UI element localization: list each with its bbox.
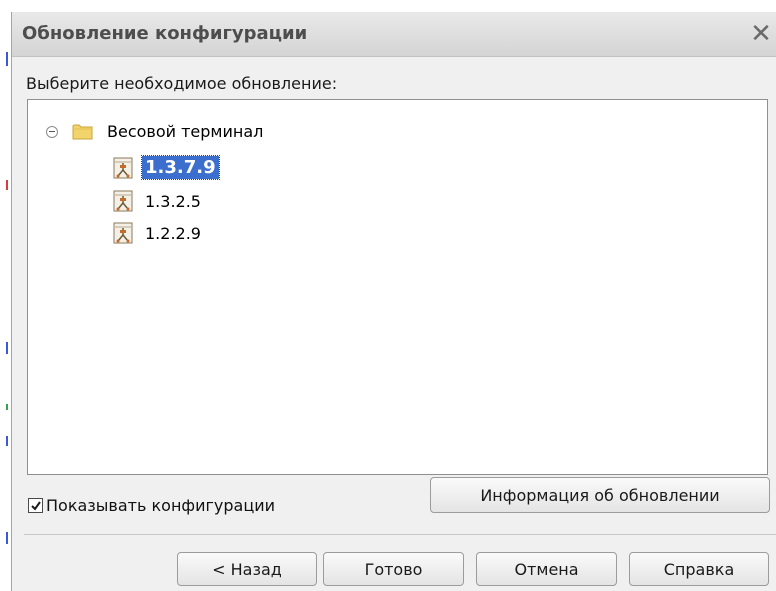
update-info-button[interactable]: Информация об обновлении <box>430 477 770 513</box>
version-item-2[interactable]: 1.2.2.9 <box>112 222 204 244</box>
show-configurations-checkbox[interactable] <box>28 498 43 513</box>
background-window-edge <box>0 0 10 591</box>
configuration-icon <box>112 157 134 179</box>
configuration-icon <box>112 222 134 244</box>
dialog-title: Обновление конфигурации <box>22 23 308 44</box>
version-label: 1.2.2.9 <box>145 223 201 243</box>
finish-button[interactable]: Готово <box>323 552 464 586</box>
cancel-button[interactable]: Отмена <box>476 552 617 586</box>
edge-marker <box>6 532 8 544</box>
version-item-0[interactable]: 1.3.7.9 <box>112 155 220 180</box>
show-configurations-option[interactable]: Показывать конфигурации <box>28 496 275 515</box>
back-button[interactable]: < Назад <box>177 552 317 586</box>
version-item-1[interactable]: 1.3.2.5 <box>112 190 204 212</box>
edge-marker <box>6 404 8 410</box>
help-button[interactable]: Справка <box>629 552 769 586</box>
edge-marker <box>6 436 8 446</box>
close-button[interactable]: ✕ <box>746 16 776 52</box>
configuration-icon <box>112 190 134 212</box>
dialog-titlebar[interactable]: Обновление конфигурации ✕ <box>12 12 776 57</box>
folder-icon <box>72 123 93 140</box>
show-configurations-label: Показывать конфигурации <box>46 496 276 515</box>
version-label: 1.3.2.5 <box>145 191 201 211</box>
version-label-selected: 1.3.7.9 <box>141 155 220 180</box>
footer-divider <box>24 534 776 535</box>
edge-marker <box>6 342 8 354</box>
collapse-toggle-icon[interactable] <box>46 125 58 138</box>
edge-marker <box>6 180 8 190</box>
update-configuration-dialog: Обновление конфигурации ✕ Выберите необх… <box>11 12 776 591</box>
update-tree[interactable]: Весовой терминал 1.3.7.9 1.3.2.5 1.2.2.9 <box>27 99 768 475</box>
tree-root-node[interactable]: Весовой терминал <box>46 122 263 141</box>
edge-marker <box>6 52 8 66</box>
tree-root-label: Весовой терминал <box>107 122 264 141</box>
select-update-prompt: Выберите необходимое обновление: <box>26 74 338 93</box>
